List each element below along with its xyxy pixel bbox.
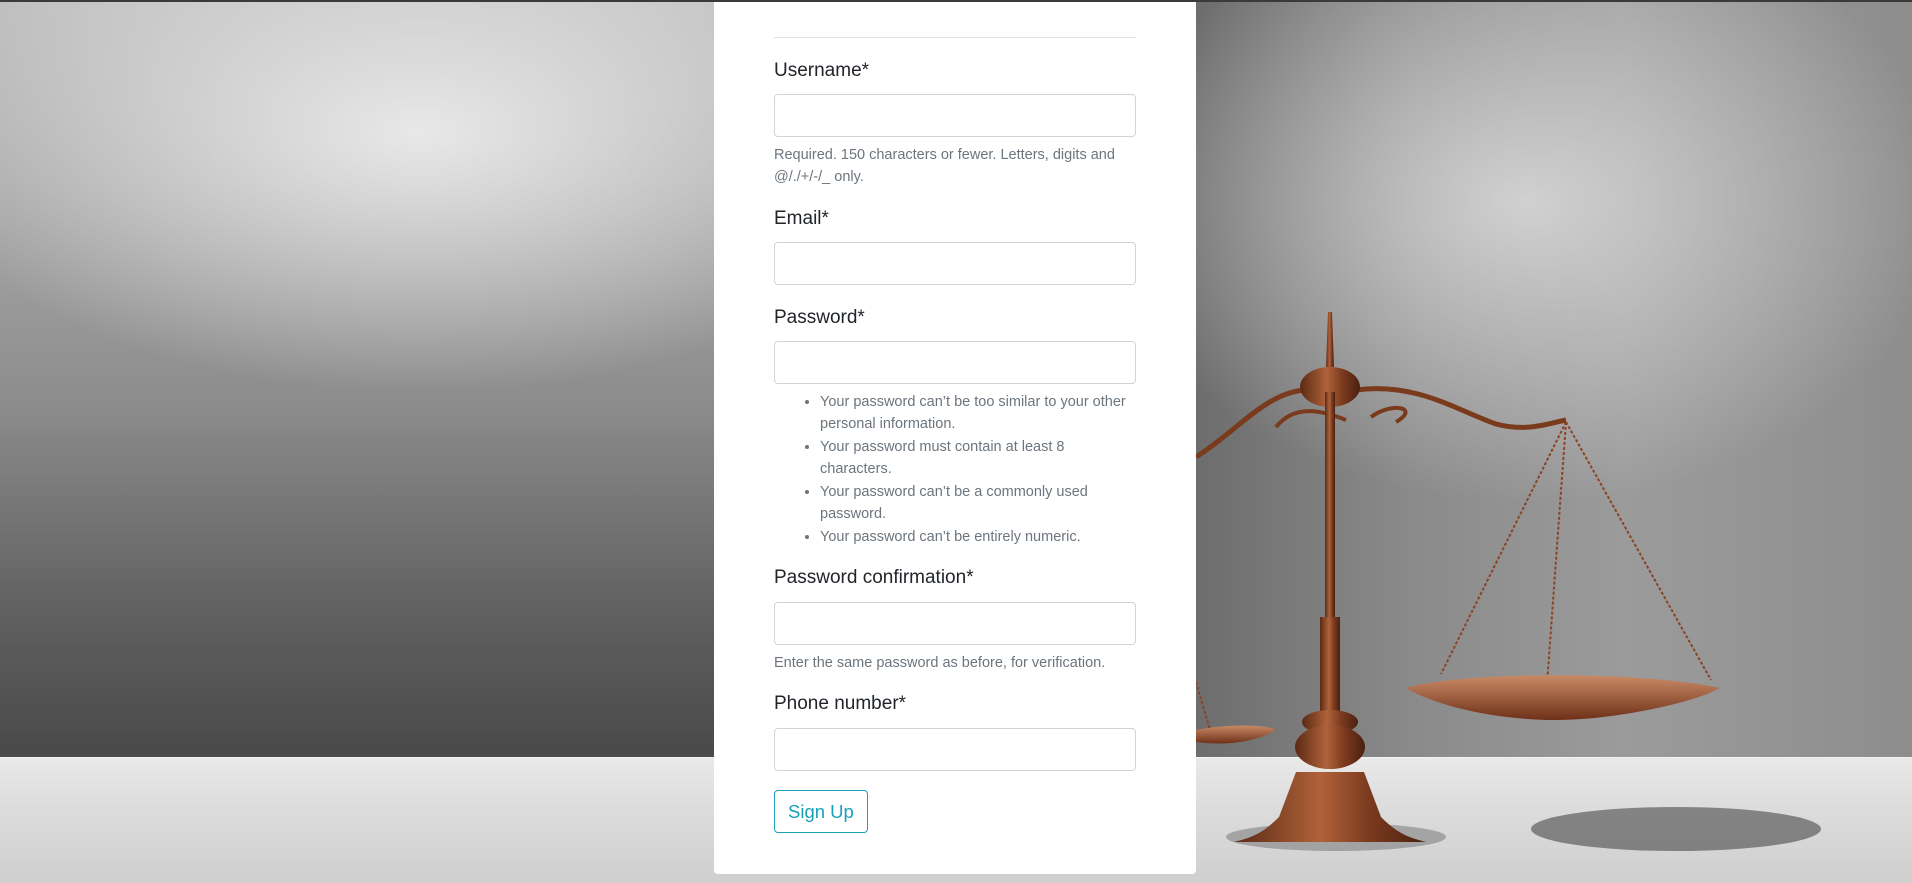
password-help-item: Your password can’t be too similar to yo… — [820, 391, 1136, 435]
username-help-text: Required. 150 characters or fewer. Lette… — [774, 147, 1115, 185]
password-help-item: Your password can’t be a commonly used p… — [820, 481, 1136, 525]
username-input[interactable] — [774, 94, 1136, 137]
email-input[interactable] — [774, 242, 1136, 285]
password-help-list: Your password can’t be too similar to yo… — [774, 391, 1136, 549]
scales-of-justice-image — [1196, 312, 1821, 851]
password-help-item: Your password must contain at least 8 ch… — [820, 436, 1136, 480]
email-label: Email* — [774, 208, 829, 229]
username-label: Username* — [774, 60, 870, 81]
phone-number-label: Phone number* — [774, 693, 907, 714]
top-border — [0, 0, 1912, 2]
sign-up-button[interactable]: Sign Up — [774, 790, 868, 833]
password-input[interactable] — [774, 341, 1136, 384]
card-divider — [774, 37, 1136, 38]
password-label: Password* — [774, 307, 865, 328]
signup-form-card: Username* Required. 150 characters or fe… — [714, 2, 1196, 874]
password-confirmation-help-text: Enter the same password as before, for v… — [774, 655, 1106, 671]
phone-number-input[interactable] — [774, 728, 1136, 771]
password-confirmation-label: Password confirmation* — [774, 567, 974, 588]
password-confirmation-input[interactable] — [774, 602, 1136, 645]
password-help-item: Your password can’t be entirely numeric. — [820, 526, 1136, 548]
